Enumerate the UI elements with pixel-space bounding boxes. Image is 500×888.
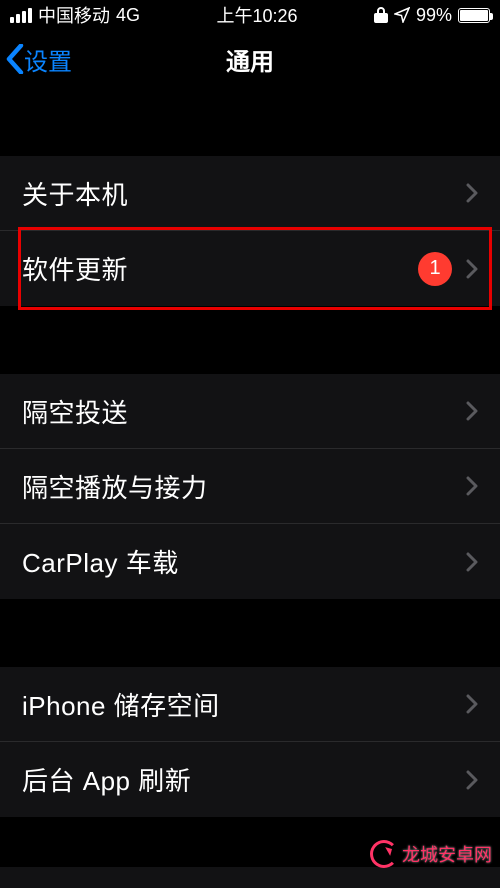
chevron-right-icon xyxy=(466,400,478,422)
group-gap xyxy=(0,599,500,667)
content-scroll[interactable]: 关于本机软件更新 1 隔空投送隔空播放与接力 CarPlay 车载 iPhone 储存空… xyxy=(0,88,500,888)
watermark: 龙城安卓网 xyxy=(370,840,492,868)
settings-group: 隔空投送隔空播放与接力 CarPlay 车载 xyxy=(0,374,500,599)
back-label: 设置 xyxy=(24,42,72,77)
carrier-label: 中国移动 xyxy=(38,2,110,28)
network-label: 4G xyxy=(116,5,140,26)
row-label: CarPlay 车载 xyxy=(22,543,179,580)
settings-row[interactable]: CarPlay 车载 xyxy=(0,524,500,599)
row-right xyxy=(466,693,478,715)
chevron-right-icon xyxy=(466,551,478,573)
chevron-left-icon xyxy=(6,44,24,74)
status-bar: 中国移动 4G 上午10:26 99% xyxy=(0,0,500,30)
battery-percent: 99% xyxy=(416,5,452,26)
chevron-right-icon xyxy=(466,182,478,204)
settings-row[interactable]: 后台 App 刷新 xyxy=(0,742,500,817)
row-label: 后台 App 刷新 xyxy=(22,761,191,798)
settings-group: iPhone 储存空间后台 App 刷新 xyxy=(0,667,500,817)
row-label: 关于本机 xyxy=(22,175,128,212)
group-gap xyxy=(0,306,500,374)
row-right xyxy=(466,475,478,497)
row-label: iPhone 储存空间 xyxy=(22,686,220,723)
settings-group: 关于本机软件更新 1 xyxy=(0,156,500,306)
settings-row[interactable]: iPhone 储存空间 xyxy=(0,667,500,742)
group-gap xyxy=(0,88,500,156)
row-label: 隔空投送 xyxy=(22,393,128,430)
settings-row[interactable]: 隔空播放与接力 xyxy=(0,449,500,524)
status-time: 上午10:26 xyxy=(216,2,297,28)
notification-badge: 1 xyxy=(418,252,452,286)
nav-header: 设置 通用 xyxy=(0,30,500,88)
row-right xyxy=(466,182,478,204)
row-label: 隔空播放与接力 xyxy=(22,468,208,505)
chevron-right-icon xyxy=(466,693,478,715)
status-left: 中国移动 4G xyxy=(10,2,140,28)
settings-row[interactable]: 日期与时间 xyxy=(0,867,500,888)
battery-icon xyxy=(458,8,490,23)
row-right xyxy=(466,769,478,791)
settings-row[interactable]: 关于本机 xyxy=(0,156,500,231)
signal-icon xyxy=(10,8,32,23)
row-label: 软件更新 xyxy=(22,250,128,287)
back-button[interactable]: 设置 xyxy=(6,42,72,77)
settings-row[interactable]: 隔空投送 xyxy=(0,374,500,449)
row-right xyxy=(466,551,478,573)
row-right: 1 xyxy=(418,252,478,286)
settings-group: 日期与时间 xyxy=(0,867,500,888)
chevron-right-icon xyxy=(466,475,478,497)
row-right xyxy=(466,400,478,422)
watermark-text: 龙城安卓网 xyxy=(402,841,492,867)
location-icon xyxy=(394,7,410,23)
chevron-right-icon xyxy=(466,258,478,280)
watermark-icon xyxy=(370,840,398,868)
status-right: 99% xyxy=(374,5,490,26)
lock-icon xyxy=(374,7,388,23)
chevron-right-icon xyxy=(466,769,478,791)
page-title: 通用 xyxy=(226,42,274,77)
settings-row[interactable]: 软件更新 1 xyxy=(0,231,500,306)
